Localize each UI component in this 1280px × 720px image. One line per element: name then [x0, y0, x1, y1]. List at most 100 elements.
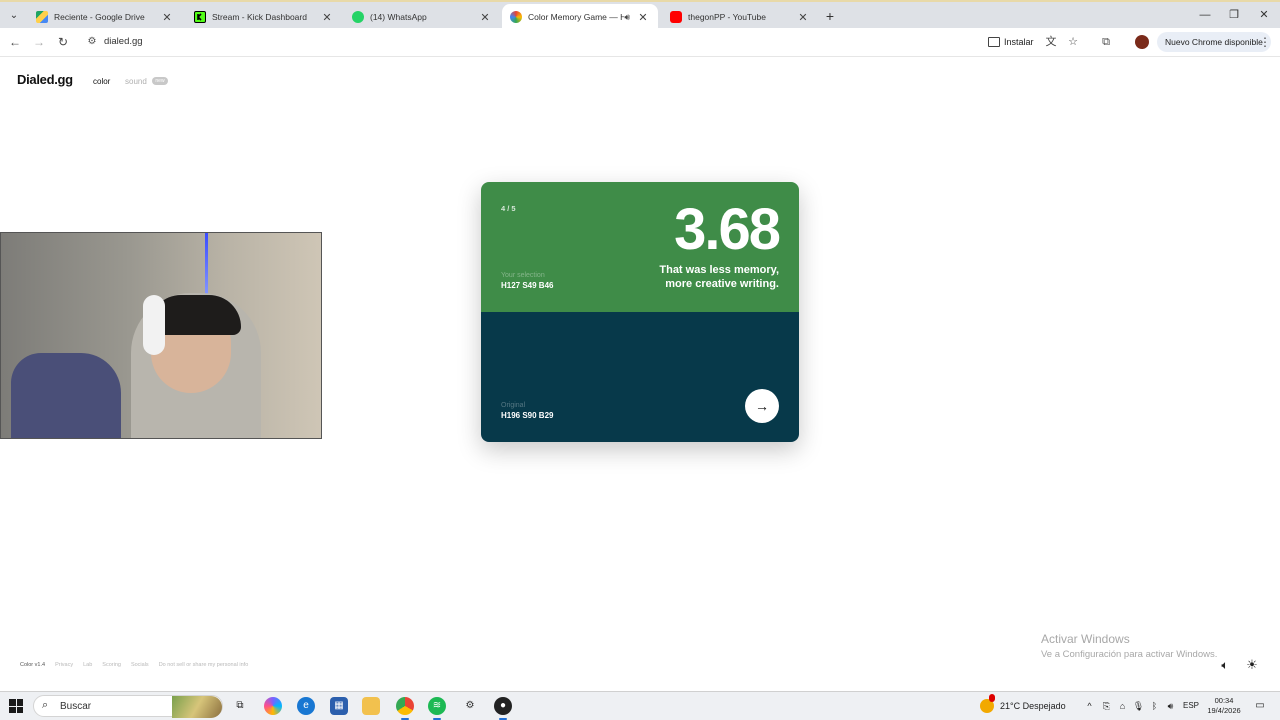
mode-color-link[interactable]: color [93, 77, 110, 86]
install-icon [988, 37, 1000, 47]
clock-time: 00:34 [1214, 696, 1234, 705]
mode-sound-link[interactable]: sound [125, 77, 147, 86]
tab-title: Color Memory Game — Hu [528, 12, 625, 22]
extensions-icon[interactable]: ⧉ [1098, 34, 1114, 50]
theme-sun-icon[interactable]: ☀ [1244, 657, 1260, 673]
tab-google-drive[interactable]: Reciente - Google Drive ✕ [28, 4, 182, 30]
install-app-button[interactable]: Instalar [984, 33, 1038, 51]
tab-kick[interactable]: Stream - Kick Dashboard ✕ [186, 4, 342, 30]
chrome-icon[interactable] [396, 697, 414, 720]
footer-link-privacy[interactable]: Privacy [55, 662, 73, 668]
volume-icon[interactable]: 🔈︎ [1217, 657, 1233, 673]
footer-link-socials[interactable]: Socials [131, 662, 149, 668]
clock-date: 19/4/2026 [1207, 706, 1241, 715]
tab-title: Stream - Kick Dashboard [212, 12, 307, 22]
activate-windows-subtitle: Ve a Configuración para activar Windows. [1041, 649, 1218, 660]
original-label: Original [501, 402, 526, 409]
sound-badge: new [152, 77, 168, 85]
close-icon[interactable]: ✕ [796, 11, 810, 24]
youtube-icon [670, 11, 682, 23]
plus-icon[interactable]: + [822, 8, 838, 24]
microphone-icon[interactable]: 🎙︎ [1132, 700, 1145, 713]
search-icon: ⌕ [42, 699, 49, 711]
speaker-icon[interactable]: 🔊︎ [1164, 700, 1177, 713]
windows-start-icon[interactable] [9, 699, 23, 713]
minimize-icon[interactable]: — [1190, 6, 1220, 24]
selection-swatch: 4 / 5 3.68 That was less memory, more cr… [481, 182, 799, 312]
result-card: 4 / 5 3.68 That was less memory, more cr… [481, 182, 799, 442]
plush-toys [11, 353, 121, 438]
back-arrow-icon[interactable]: ← [7, 34, 23, 50]
tab-whatsapp[interactable]: (14) WhatsApp ✕ [344, 4, 500, 30]
copilot-icon[interactable] [264, 697, 282, 715]
usb-icon[interactable]: ⎘ [1100, 700, 1113, 713]
selection-label: Your selection [501, 272, 545, 279]
headset [143, 295, 165, 355]
tab-title: (14) WhatsApp [370, 12, 427, 22]
selection-hsb: H127 S49 B46 [501, 281, 554, 290]
store-icon[interactable]: ▦ [330, 697, 348, 715]
notification-icon[interactable]: ▭ [1252, 698, 1268, 714]
tab-color-memory-game[interactable]: Color Memory Game — Hu 🔊︎ ✕ [502, 4, 658, 30]
file-explorer-icon[interactable] [362, 697, 380, 715]
spotify-icon[interactable]: ≋ [428, 697, 446, 720]
browser-toolbar: ← → ↻ ⚙ dialed.gg Instalar 文 ☆ ⧉ Nuevo C… [0, 28, 1280, 57]
next-round-button[interactable]: → [745, 389, 779, 423]
site-footer: Color v1.4 Privacy Lab Scoring Socials D… [20, 662, 248, 668]
weather-alert-icon [989, 694, 995, 702]
original-hsb: H196 S90 B29 [501, 411, 554, 420]
arrow-right-icon: → [755, 398, 769, 414]
webcam-overlay [0, 232, 322, 439]
network-icon[interactable]: ⌂ [1116, 700, 1129, 713]
task-view-icon[interactable]: ⧉ [231, 697, 249, 715]
original-swatch: Original H196 S90 B29 → [481, 312, 799, 442]
score-comment-line2: more creative writing. [665, 278, 779, 290]
windows-taskbar: ⌕ Buscar ⧉ e ▦ ≋ ⚙ ● 21°C Despejado ^ ⎘ … [0, 691, 1280, 720]
obs-icon[interactable]: ● [494, 697, 512, 720]
taskbar-search[interactable]: ⌕ Buscar [33, 695, 223, 718]
edge-icon[interactable]: e [297, 697, 315, 715]
site-settings-icon[interactable]: ⚙ [86, 36, 98, 48]
tab-title: thegonPP - YouTube [688, 12, 766, 22]
reload-icon[interactable]: ↻ [55, 34, 71, 50]
search-placeholder: Buscar [60, 701, 92, 712]
profile-avatar[interactable] [1135, 35, 1149, 49]
close-window-icon[interactable]: ✕ [1249, 6, 1279, 24]
bookmark-star-icon[interactable]: ☆ [1065, 34, 1081, 50]
address-bar[interactable]: dialed.gg [104, 36, 143, 47]
more-vertical-icon[interactable]: ⋮ [1259, 34, 1271, 50]
google-drive-icon [36, 11, 48, 23]
site-logo[interactable]: Dialed.gg [17, 72, 73, 87]
tab-search-icon[interactable]: ⌄ [6, 8, 22, 24]
chevron-up-icon[interactable]: ^ [1083, 700, 1096, 713]
close-icon[interactable]: ✕ [636, 11, 650, 24]
round-counter: 4 / 5 [501, 204, 516, 213]
score-comment-line1: That was less memory, [659, 264, 779, 276]
browser-tabstrip: ⌄ Reciente - Google Drive ✕ Stream - Kic… [0, 0, 1280, 30]
score-value: 3.68 [674, 197, 781, 262]
settings-gear-icon[interactable]: ⚙ [461, 697, 479, 715]
audio-playing-icon[interactable]: 🔊︎ [624, 12, 630, 23]
footer-link-scoring[interactable]: Scoring [102, 662, 121, 668]
tab-youtube[interactable]: thegonPP - YouTube ✕ [662, 4, 818, 30]
screen: ⌄ Reciente - Google Drive ✕ Stream - Kic… [0, 0, 1280, 720]
whatsapp-icon [352, 11, 364, 23]
taskbar-clock[interactable]: 00:34 19/4/2026 [1204, 696, 1244, 716]
kick-icon [194, 11, 206, 23]
version-label: Color v1.4 [20, 662, 46, 668]
close-icon[interactable]: ✕ [478, 11, 492, 24]
weather-text[interactable]: 21°C Despejado [1000, 701, 1066, 711]
forward-arrow-icon[interactable]: → [31, 34, 47, 50]
maximize-icon[interactable]: ❐ [1219, 6, 1249, 24]
activate-windows-title: Activar Windows [1041, 632, 1130, 646]
close-icon[interactable]: ✕ [160, 11, 174, 24]
translate-icon[interactable]: 文 [1043, 34, 1059, 50]
footer-link-lab[interactable]: Lab [83, 662, 92, 668]
footer-link-do-not-sell[interactable]: Do not sell or share my personal info [159, 662, 249, 668]
close-icon[interactable]: ✕ [320, 11, 334, 24]
chrome-update-button[interactable]: Nuevo Chrome disponible [1157, 32, 1271, 52]
language-indicator[interactable]: ESP [1183, 701, 1199, 710]
bluetooth-icon[interactable]: ᛒ [1148, 700, 1161, 713]
page-content: Dialed.gg color sound new 4 / 5 3.68 Tha… [0, 57, 1280, 691]
color-wheel-icon [510, 11, 522, 23]
